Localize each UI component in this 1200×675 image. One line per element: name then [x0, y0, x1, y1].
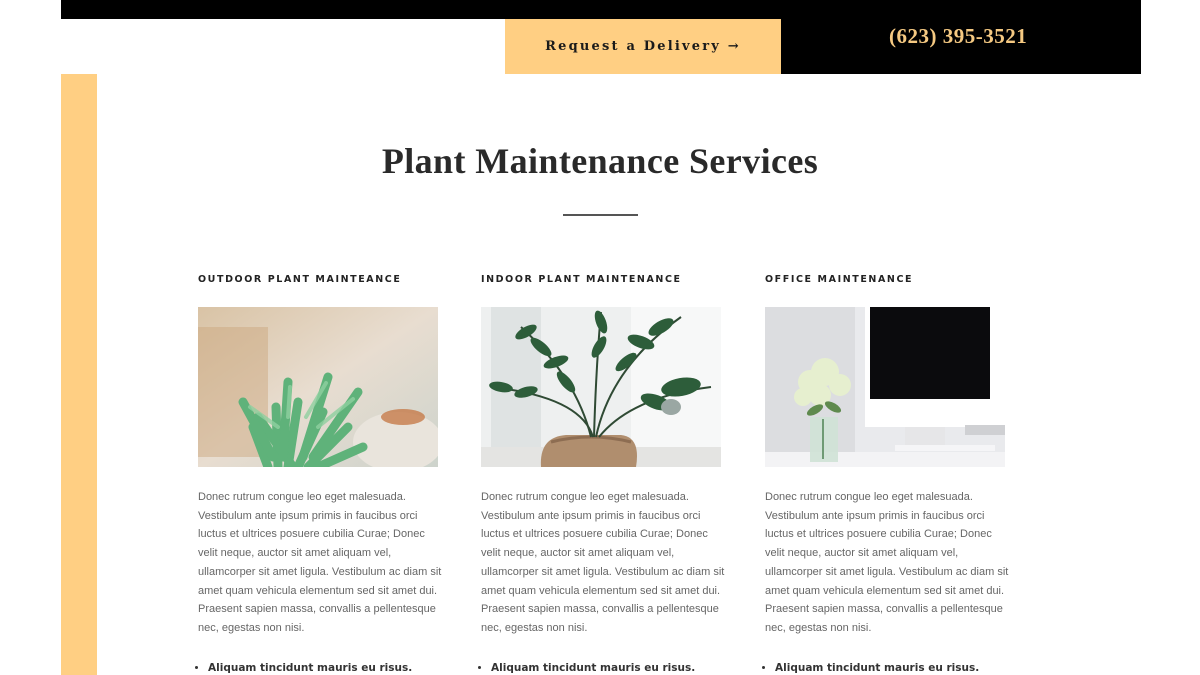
list-item: Aliquam tincidunt mauris eu risus. [208, 660, 438, 675]
zz-plant-photo [481, 307, 721, 467]
service-bullet-list: Aliquam tincidunt mauris eu risus. [198, 660, 438, 675]
zz-plant-image-icon [481, 307, 721, 467]
service-title: OUTDOOR PLANT MAINTEANCE [198, 274, 402, 285]
title-divider [563, 214, 638, 216]
office-desk-photo [765, 307, 1005, 467]
page: Request a Delivery → (623) 395-3521 Plan… [0, 0, 1200, 675]
phone-panel: (623) 395-3521 [781, 19, 1141, 74]
service-card-office: OFFICE MAINTENANCE Donec rutrum congue l… [765, 270, 1008, 675]
list-item: Aliquam tincidunt mauris eu risus. [491, 660, 721, 675]
service-card-indoor: INDOOR PLANT MAINTENANCE Donec rutrum co… [481, 270, 724, 675]
request-delivery-button[interactable]: Request a Delivery → [505, 19, 781, 74]
service-title: INDOOR PLANT MAINTENANCE [481, 274, 682, 285]
succulent-image-icon [198, 307, 438, 467]
succulent-photo [198, 307, 438, 467]
service-description: Donec rutrum congue leo eget malesuada. … [481, 491, 725, 634]
phone-number-link[interactable]: (623) 395-3521 [889, 24, 1027, 49]
header-top-strip [61, 0, 1141, 19]
service-description: Donec rutrum congue leo eget malesuada. … [765, 491, 1009, 634]
list-item: Aliquam tincidunt mauris eu risus. [775, 660, 1005, 675]
request-delivery-label: Request a Delivery → [545, 39, 741, 54]
service-title: OFFICE MAINTENANCE [765, 274, 914, 285]
service-description: Donec rutrum congue leo eget malesuada. … [198, 491, 442, 634]
service-bullet-list: Aliquam tincidunt mauris eu risus. [481, 660, 721, 675]
office-desk-image-icon [765, 307, 1005, 467]
service-bullet-list: Aliquam tincidunt mauris eu risus. [765, 660, 1005, 675]
service-card-outdoor: OUTDOOR PLANT MAINTEANCE Donec rutrum co… [198, 270, 441, 675]
section-title: Plant Maintenance Services [381, 141, 819, 181]
